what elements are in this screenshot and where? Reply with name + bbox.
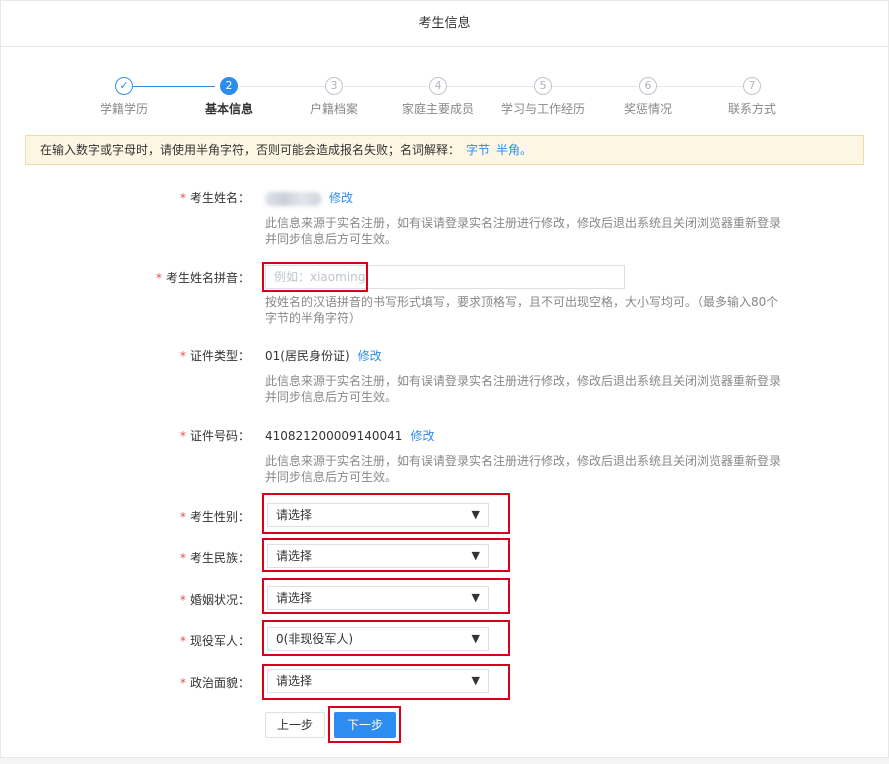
half-width-notice: 在输入数字或字母时，请使用半角字符，否则可能会造成报名失败；名词解释： 字节 半角。 <box>25 135 864 165</box>
blurred-name <box>265 191 321 206</box>
edit-id-number-link[interactable]: 修改 <box>410 429 434 443</box>
page-title: 考生信息 <box>1 1 888 47</box>
step-number: 7 <box>743 77 761 95</box>
step-label: 家庭主要成员 <box>401 102 474 116</box>
field-label: * 考生民族： <box>179 551 250 565</box>
field-hint: 此信息来源于实名注册，如有误请登录实名注册进行修改，修改后退出系统且关闭浏览器重… <box>265 216 782 246</box>
prev-step-button[interactable]: 上一步 <box>265 712 325 738</box>
step-3[interactable]: 3 户籍档案 <box>279 77 389 117</box>
edit-id-type-link[interactable]: 修改 <box>358 349 382 363</box>
step-label: 学习与工作经历 <box>500 102 585 116</box>
step-1[interactable]: ✓ 学籍学历 <box>69 77 179 117</box>
field-label: * 政治面貌： <box>179 676 250 690</box>
field-label: * 证件类型： <box>179 349 250 363</box>
highlight-box <box>262 262 368 292</box>
notice-text: 在输入数字或字母时，请使用半角字符，否则可能会造成报名失败；名词解释： <box>40 143 461 157</box>
edit-name-link[interactable]: 修改 <box>329 191 353 205</box>
step-4[interactable]: 4 家庭主要成员 <box>383 77 493 117</box>
highlight-box <box>262 664 510 700</box>
step-label: 联系方式 <box>727 102 776 116</box>
field-label: * 考生性别： <box>179 510 250 524</box>
step-label: 户籍档案 <box>309 102 358 116</box>
highlight-box <box>262 493 510 534</box>
step-6[interactable]: 6 奖惩情况 <box>593 77 703 117</box>
highlight-box <box>328 706 401 743</box>
field-label: * 考生姓名： <box>179 191 250 205</box>
byte-link[interactable]: 字节 <box>466 143 490 157</box>
progress-stepper: ✓ 学籍学历 2 基本信息 3 户籍档案 4 家庭主要成员 5 学习与工作经历 … <box>1 77 889 117</box>
field-label: * 现役军人： <box>179 634 250 648</box>
id-type-value: 01(居民身份证) 修改 <box>265 349 382 363</box>
highlight-box <box>262 538 510 572</box>
highlight-box <box>262 578 510 614</box>
field-hint: 按姓名的汉语拼音的书写形式填写，要求顶格写，且不可出现空格，大小写均可。（最多输… <box>265 295 779 325</box>
field-label: * 考生姓名拼音： <box>155 271 250 285</box>
check-icon: ✓ <box>115 77 133 95</box>
highlight-box <box>262 620 510 656</box>
field-label: * 婚姻状况： <box>179 593 250 607</box>
name-value: 修改 <box>265 189 353 206</box>
half-width-link[interactable]: 半角。 <box>496 143 532 157</box>
step-label: 学籍学历 <box>99 102 148 116</box>
step-number: 5 <box>534 77 552 95</box>
field-label: * 证件号码： <box>179 429 250 443</box>
step-label: 奖惩情况 <box>623 102 672 116</box>
step-5[interactable]: 5 学习与工作经历 <box>488 77 598 117</box>
step-7[interactable]: 7 联系方式 <box>697 77 807 117</box>
step-label: 基本信息 <box>204 102 253 116</box>
field-hint: 此信息来源于实名注册，如有误请登录实名注册进行修改，修改后退出系统且关闭浏览器重… <box>265 374 782 404</box>
id-number-value: 410821200009140041 修改 <box>265 429 435 443</box>
step-number: 4 <box>429 77 447 95</box>
form-panel: 考生信息 ✓ 学籍学历 2 基本信息 3 户籍档案 4 家庭主要成员 5 学习与… <box>0 0 889 758</box>
step-number: 3 <box>325 77 343 95</box>
field-hint: 此信息来源于实名注册，如有误请登录实名注册进行修改，修改后退出系统且关闭浏览器重… <box>265 454 782 484</box>
step-number: 6 <box>639 77 657 95</box>
step-2[interactable]: 2 基本信息 <box>174 77 284 117</box>
step-number: 2 <box>220 77 238 95</box>
